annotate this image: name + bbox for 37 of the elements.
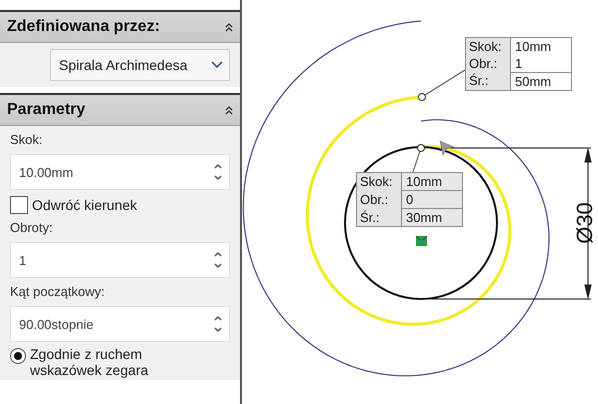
number-field[interactable]: 10.00mm <box>10 154 230 190</box>
field-label: Kąt początkowy: <box>10 283 106 301</box>
field-label: Skok: <box>10 131 44 149</box>
origin-icon <box>416 236 428 246</box>
callout-label: Skok: <box>357 173 402 191</box>
callout-label: Obr.: <box>466 55 511 72</box>
callout-value: 0 <box>402 191 462 209</box>
section-header[interactable]: Parametry <box>0 95 240 126</box>
number-field[interactable]: 1 <box>10 242 230 278</box>
leader-line <box>424 70 466 96</box>
checkbox-label: Odwróć kierunek <box>32 197 138 213</box>
leader-line <box>412 150 420 172</box>
callout-value: 10mm <box>402 173 462 191</box>
callout-value: 50mm <box>511 72 571 90</box>
dropdown[interactable]: Spirala Archimedesa <box>50 49 230 81</box>
section-title: Zdefiniowana przez: <box>7 18 160 36</box>
radio-button[interactable] <box>10 348 26 364</box>
dimension-value: Ø30 <box>572 202 598 244</box>
section-header[interactable]: Zdefiniowana przez: <box>0 12 240 43</box>
callout-label: Obr.: <box>357 191 402 209</box>
collapse-icon[interactable] <box>224 22 234 32</box>
callout-label: Skok: <box>466 38 511 55</box>
callout-value: 1 <box>514 55 524 72</box>
cursor-icon <box>440 140 455 156</box>
chevron-down-icon <box>211 61 223 69</box>
callout-label: Śr.: <box>357 209 402 226</box>
point-marker <box>418 93 426 101</box>
callout-value: 10mm <box>514 38 552 55</box>
field-label: Obroty: <box>10 219 54 237</box>
checkbox[interactable] <box>10 196 28 214</box>
collapse-icon[interactable] <box>224 105 234 115</box>
callout-value: 30mm <box>402 209 462 226</box>
radio-label: Zgodnie z ruchem wskazówek zegara <box>30 346 150 378</box>
number-field[interactable]: 90.00stopnie <box>10 306 230 342</box>
point-marker <box>417 144 425 152</box>
callout-label: Śr.: <box>466 72 511 90</box>
section-title: Parametry <box>7 101 86 119</box>
